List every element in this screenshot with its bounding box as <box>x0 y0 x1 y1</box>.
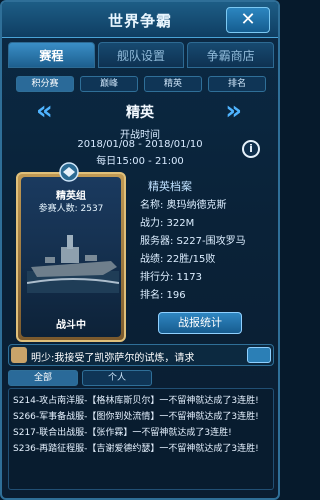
list-item: S214-攻占南洋服-【格林库斯贝尔】一不留神就达成了3连胜! <box>13 396 259 406</box>
tier-card-inner: 精英组 参赛人数: 2537 战斗中 <box>21 177 121 337</box>
world-hegemony-panel: 世界争霸 ✕ 赛程 舰队设置 争霸商店 积分赛 巅峰 精英 排名 « » 精英 … <box>0 0 280 500</box>
chat-message: 明少:我接受了凯弥萨尔的试炼，请求 <box>31 353 195 364</box>
subtab-points[interactable]: 积分赛 <box>16 76 74 92</box>
chat-icon[interactable] <box>247 347 271 363</box>
subtab-ranking[interactable]: 排名 <box>208 76 266 92</box>
tab-fleet-settings[interactable]: 舰队设置 <box>97 42 185 68</box>
daily-time: 每日15:00 - 21:00 <box>96 156 184 167</box>
info-icon[interactable]: i <box>242 140 260 158</box>
season-name: 精英 <box>126 105 154 121</box>
chat-bar[interactable]: 明少:我接受了凯弥萨尔的试炼，请求 <box>8 344 274 366</box>
profile-record: 战绩: 22胜/15败 <box>140 254 216 265</box>
subtab-peak[interactable]: 巅峰 <box>80 76 138 92</box>
tab-schedule[interactable]: 赛程 <box>8 42 95 68</box>
avatar <box>11 347 27 363</box>
log-tabs: 全部 个人 <box>8 370 158 386</box>
battle-stats-button[interactable]: 战报统计 <box>158 312 242 334</box>
main-tabs: 赛程 舰队设置 争霸商店 <box>8 42 275 68</box>
tab-personal[interactable]: 个人 <box>82 370 152 386</box>
date-range: 2018/01/08 - 2018/01/10 <box>77 139 203 150</box>
warship-icon <box>27 235 119 293</box>
profile-rank: 排名: 196 <box>140 290 186 301</box>
header: 世界争霸 ✕ <box>2 2 278 38</box>
profile-server: 服务器: S227-围攻罗马 <box>140 236 246 247</box>
subtab-elite[interactable]: 精英 <box>144 76 202 92</box>
tier-card: 精英组 参赛人数: 2537 战斗中 <box>16 172 126 342</box>
close-icon: ✕ <box>240 9 256 30</box>
list-item: S266-军事备战服-【图你到处流情】一不留神就达成了3连胜! <box>13 412 259 422</box>
participant-count: 参赛人数: 2537 <box>38 204 104 214</box>
list-item: S217-联合出战服-【张作霖】一不留神就达成了3连胜! <box>13 428 232 438</box>
list-item: S236-再踏征程服-【吉谢爱德约瑟】一不留神就达成了3连胜! <box>13 444 259 454</box>
profile-power: 战力: 322M <box>140 218 195 229</box>
tab-all[interactable]: 全部 <box>8 370 78 386</box>
tab-shop[interactable]: 争霸商店 <box>187 42 275 68</box>
profile-title: 精英档案 <box>148 180 192 193</box>
sub-tabs: 积分赛 巅峰 精英 排名 <box>16 76 266 92</box>
tier-name: 精英组 <box>56 191 86 202</box>
profile-points: 排行分: 1173 <box>140 272 202 283</box>
close-button[interactable]: ✕ <box>226 7 270 33</box>
profile-name: 名称: 奥玛纳德克斯 <box>140 200 227 211</box>
emblem-icon <box>59 162 79 182</box>
battle-log[interactable]: S214-攻占南洋服-【格林库斯贝尔】一不留神就达成了3连胜! S266-军事备… <box>8 388 274 490</box>
battle-status: 战斗中 <box>56 320 86 331</box>
